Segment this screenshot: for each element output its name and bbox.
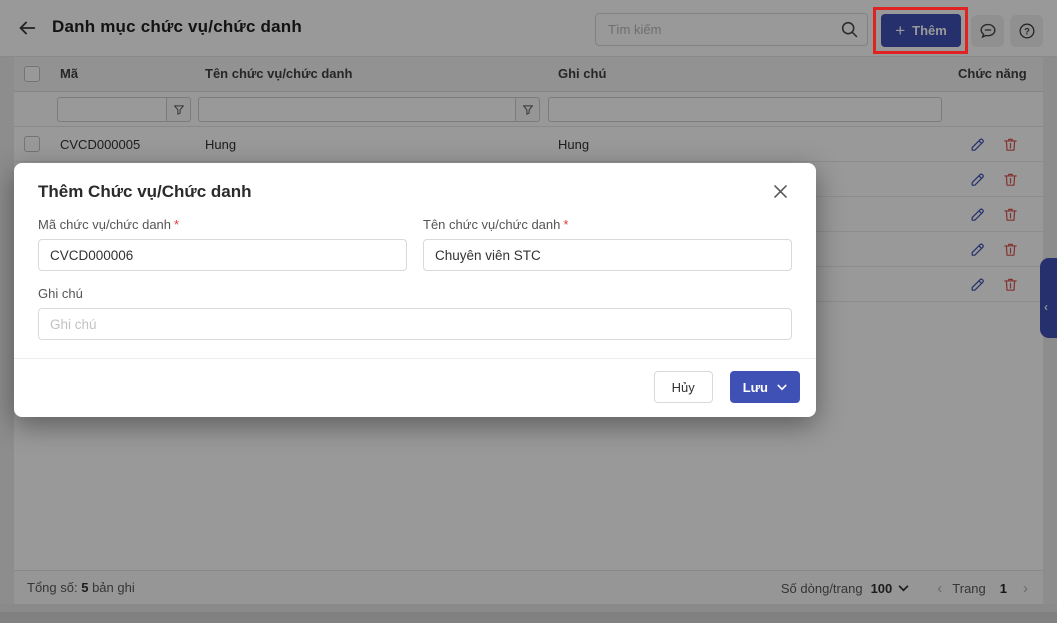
save-button[interactable]: Lưu bbox=[730, 371, 800, 403]
required-asterisk: * bbox=[174, 217, 179, 232]
ten-chuc-vu-input[interactable] bbox=[423, 239, 792, 271]
chevron-down-icon bbox=[777, 384, 787, 391]
app-window: Danh mục chức vụ/chức danh + Thêm ? Mã T… bbox=[0, 0, 1057, 623]
cancel-button[interactable]: Hủy bbox=[654, 371, 713, 403]
ma-chuc-vu-input[interactable] bbox=[38, 239, 407, 271]
modal-header: Thêm Chức vụ/Chức danh bbox=[14, 163, 816, 209]
ghi-chu-input[interactable] bbox=[38, 308, 792, 340]
required-asterisk: * bbox=[563, 217, 568, 232]
modal-body: Mã chức vụ/chức danh* Tên chức vụ/chức d… bbox=[14, 209, 816, 340]
modal-title: Thêm Chức vụ/Chức danh bbox=[38, 182, 252, 202]
field-label-ghichu: Ghi chú bbox=[38, 286, 792, 301]
save-button-label: Lưu bbox=[743, 380, 768, 395]
field-label-ten: Tên chức vụ/chức danh* bbox=[423, 217, 792, 232]
add-position-modal: Thêm Chức vụ/Chức danh Mã chức vụ/chức d… bbox=[14, 163, 816, 417]
field-label-ma: Mã chức vụ/chức danh* bbox=[38, 217, 407, 232]
close-icon[interactable] bbox=[769, 180, 792, 203]
modal-footer: Hủy Lưu bbox=[14, 358, 816, 415]
